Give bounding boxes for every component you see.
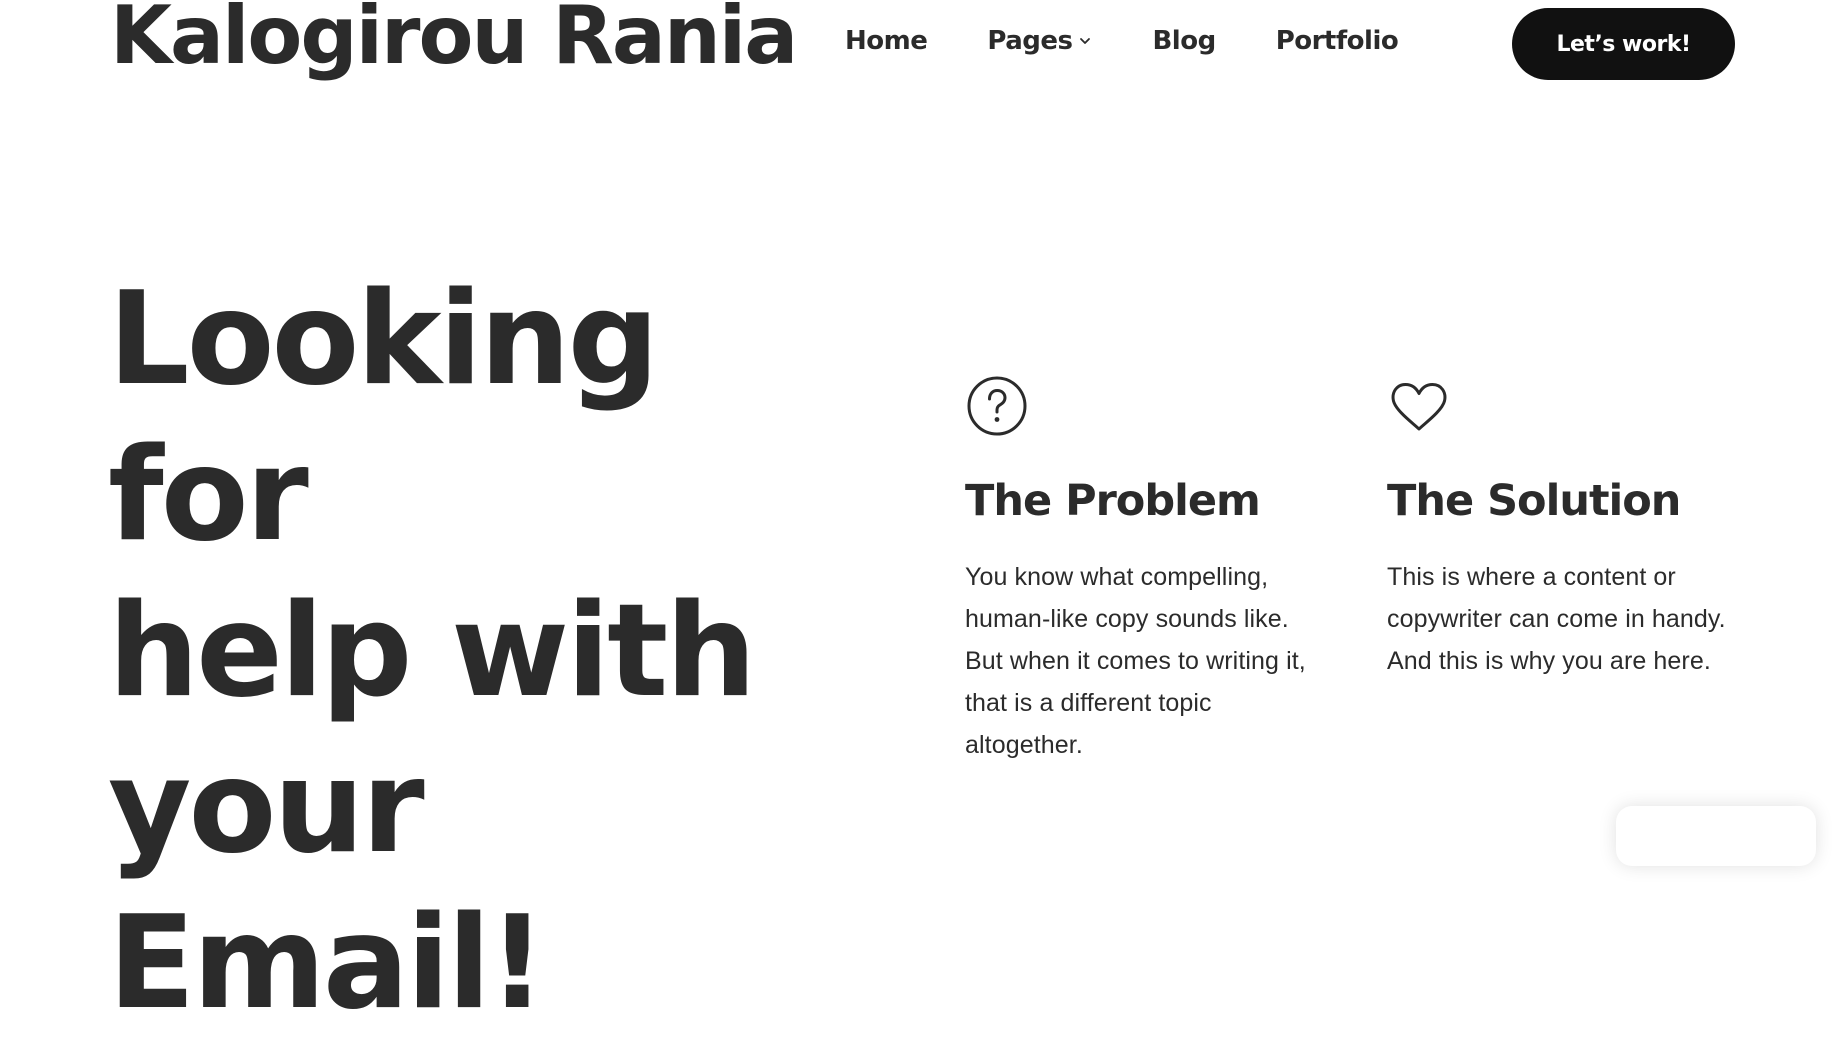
hero-heading: Looking for help with your Email!: [108, 262, 868, 1042]
solution-text: This is where a content or copywriter ca…: [1387, 562, 1726, 675]
nav-portfolio-label: Portfolio: [1275, 26, 1399, 56]
nav-portfolio[interactable]: Portfolio: [1276, 26, 1399, 56]
lets-work-button[interactable]: Let’s work!: [1512, 8, 1735, 80]
nav-home-label: Home: [845, 26, 928, 56]
nav-pages[interactable]: Pages: [987, 26, 1092, 56]
solution-title: The Solution: [1387, 476, 1681, 526]
question-circle-icon: [967, 376, 1027, 436]
site-logo-text[interactable]: Kalogirou Rania: [110, 0, 798, 76]
problem-feature: The Problem You know what compelling, hu…: [965, 374, 1325, 766]
chevron-down-icon: [1080, 38, 1091, 44]
hero-line-1: Looking for: [108, 265, 659, 570]
nav-home[interactable]: Home: [845, 26, 928, 56]
nav-pages-label: Pages: [987, 26, 1073, 56]
main-nav: Home Pages Blog Portfolio: [845, 26, 1458, 56]
nav-blog[interactable]: Blog: [1152, 26, 1216, 56]
heart-icon: [1391, 383, 1447, 431]
floating-widget[interactable]: [1616, 806, 1816, 866]
hero-line-4: Email!: [108, 889, 546, 1038]
problem-text: You know what compelling, human-like cop…: [965, 562, 1306, 759]
hero-line-2: help with: [108, 577, 756, 726]
problem-title: The Problem: [965, 476, 1261, 526]
hero-line-3: your: [108, 733, 425, 882]
solution-feature: The Solution This is where a content or …: [1387, 374, 1747, 682]
nav-blog-label: Blog: [1152, 26, 1216, 56]
